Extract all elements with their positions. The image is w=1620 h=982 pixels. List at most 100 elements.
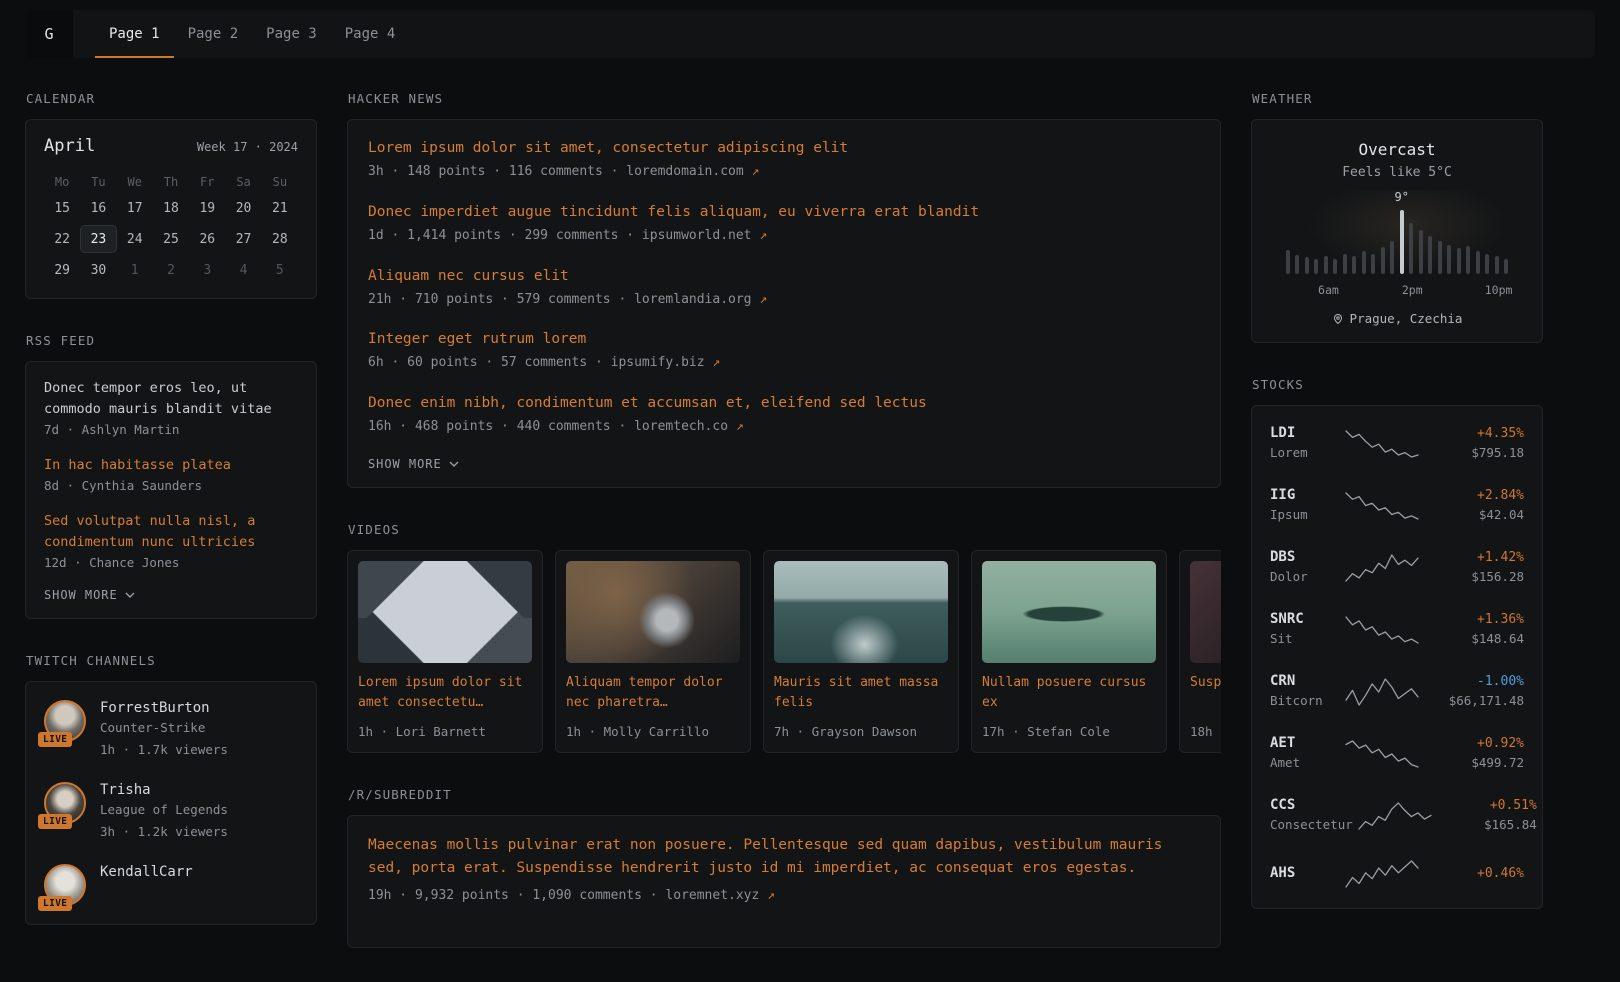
stock-left: LDI Lorem	[1270, 425, 1340, 463]
video-title[interactable]: Aliquam tempor dolor nec pharetra…	[566, 673, 740, 713]
twitch-channel[interactable]: LIVE Trisha League of Legends 3h · 1.2k …	[44, 782, 298, 842]
stock-row[interactable]: CCS Consectetur +0.51% $165.84	[1268, 785, 1526, 847]
stock-right: +0.51% $165.84	[1437, 798, 1537, 835]
external-link-icon[interactable]: ↗	[736, 419, 744, 434]
video-title[interactable]: Mauris sit amet massa felis	[774, 673, 948, 713]
right-column: WEATHER Overcast Feels like 5°C 9° 6am2p…	[1251, 91, 1543, 943]
hn-item-title[interactable]: Donec enim nibh, condimentum et accumsan…	[368, 393, 1200, 414]
stock-sparkline	[1344, 553, 1420, 583]
video-thumbnail[interactable]	[982, 561, 1156, 663]
stock-row[interactable]: AET Amet +0.92% $499.72	[1268, 723, 1526, 785]
video-card[interactable]: Lorem ipsum dolor sit amet consectetu… 1…	[347, 550, 543, 753]
channel-name[interactable]: KendallCarr	[100, 864, 193, 880]
calendar-section: CALENDAR April Week 17 · 2024 MoTuWeThFr…	[25, 91, 317, 299]
weather-bar	[1381, 247, 1385, 274]
stock-sparkline	[1357, 801, 1433, 831]
hn-item: Integer eget rutrum lorem 6h · 60 points…	[368, 329, 1200, 374]
stock-sparkline	[1344, 739, 1420, 769]
channel-game[interactable]: Counter-Strike	[100, 718, 228, 738]
hn-item-meta: 1d · 1,414 points · 299 comments · ipsum…	[368, 226, 1200, 247]
stock-right: +2.84% $42.04	[1424, 488, 1524, 525]
calendar-day: 15	[44, 194, 80, 222]
video-meta: 1h · Molly Carrillo	[566, 722, 740, 742]
calendar-day: 25	[153, 225, 189, 253]
rss-item[interactable]: Sed volutpat nulla nisl, a condimentum n…	[44, 511, 298, 573]
rss-item[interactable]: In hac habitasse platea 8d · Cynthia Sau…	[44, 455, 298, 496]
tab-page-2[interactable]: Page 2	[174, 10, 253, 58]
calendar-day: 1	[117, 256, 153, 284]
weather-bar	[1409, 223, 1413, 274]
calendar-day: 26	[189, 225, 225, 253]
video-title[interactable]: Nullam posuere cursus ex	[982, 673, 1156, 713]
hn-item-meta-text: 21h · 710 points · 579 comments · loreml…	[368, 292, 752, 307]
rss-show-more-button[interactable]: SHOW MORE	[44, 588, 298, 602]
calendar-header: April Week 17 · 2024	[44, 136, 298, 156]
stock-name: Sit	[1270, 629, 1340, 649]
hn-item-title[interactable]: Donec imperdiet augue tincidunt felis al…	[368, 202, 1200, 223]
video-meta: 18h · Tara	[1190, 722, 1221, 742]
stock-row[interactable]: IIG Ipsum +2.84% $42.04	[1268, 475, 1526, 537]
calendar-day: 20	[225, 194, 261, 222]
channel-game[interactable]: League of Legends	[100, 800, 228, 820]
stock-row[interactable]: SNRC Sit +1.36% $148.64	[1268, 599, 1526, 661]
external-link-icon[interactable]: ↗	[759, 292, 767, 307]
video-card[interactable]: Nullam posuere cursus ex 17h · Stefan Co…	[971, 550, 1167, 753]
channel-name[interactable]: Trisha	[100, 782, 228, 798]
stock-change: +1.42%	[1424, 550, 1524, 565]
rss-item-title[interactable]: Donec tempor eros leo, ut commodo mauris…	[44, 378, 298, 420]
video-title[interactable]: Lorem ipsum dolor sit amet consectetu…	[358, 673, 532, 713]
video-thumbnail[interactable]	[358, 561, 532, 663]
stock-row[interactable]: LDI Lorem +4.35% $795.18	[1268, 413, 1526, 475]
stock-name: Lorem	[1270, 443, 1340, 463]
external-link-icon[interactable]: ↗	[752, 164, 760, 179]
app-logo[interactable]: G	[25, 10, 73, 58]
video-thumbnail[interactable]	[1190, 561, 1221, 663]
video-title[interactable]: Suspendisse diam	[1190, 673, 1221, 713]
video-thumbnail[interactable]	[566, 561, 740, 663]
twitch-channel[interactable]: LIVE KendallCarr	[44, 864, 298, 906]
calendar-day: 29	[44, 256, 80, 284]
tab-page-1[interactable]: Page 1	[95, 10, 174, 58]
stock-row[interactable]: AHS +0.46%	[1268, 847, 1526, 901]
twitch-card: LIVE ForrestBurton Counter-Strike 1h · 1…	[25, 681, 317, 925]
video-card[interactable]: Suspendisse diam 18h · Tara	[1179, 550, 1221, 753]
hn-item-title[interactable]: Integer eget rutrum lorem	[368, 329, 1200, 350]
tab-page-4[interactable]: Page 4	[331, 10, 410, 58]
stock-ticker: AET	[1270, 735, 1340, 751]
stock-price: $66,171.48	[1424, 691, 1524, 711]
stock-row[interactable]: CRN Bitcorn -1.00% $66,171.48	[1268, 661, 1526, 723]
stock-change: +1.36%	[1424, 612, 1524, 627]
tab-page-3[interactable]: Page 3	[252, 10, 331, 58]
calendar-weekday: Su	[262, 170, 298, 194]
stock-row[interactable]: DBS Dolor +1.42% $156.28	[1268, 537, 1526, 599]
calendar-day: 28	[262, 225, 298, 253]
twitch-channel[interactable]: LIVE ForrestBurton Counter-Strike 1h · 1…	[44, 700, 298, 760]
hn-item-meta: 16h · 468 points · 440 comments · loremt…	[368, 417, 1200, 438]
section-title-subreddit: /R/SUBREDDIT	[348, 787, 1221, 802]
weather-bar	[1419, 230, 1423, 274]
rss-item-title[interactable]: Sed volutpat nulla nisl, a condimentum n…	[44, 511, 298, 553]
external-link-icon[interactable]: ↗	[759, 228, 767, 243]
stock-change: -1.00%	[1424, 674, 1524, 689]
video-card[interactable]: Mauris sit amet massa felis 7h · Grayson…	[763, 550, 959, 753]
channel-name[interactable]: ForrestBurton	[100, 700, 228, 716]
live-badge: LIVE	[38, 732, 72, 747]
weather-time-label: 2pm	[1402, 283, 1423, 297]
subreddit-post-title[interactable]: Maecenas mollis pulvinar erat non posuer…	[368, 834, 1200, 880]
hn-item-title[interactable]: Lorem ipsum dolor sit amet, consectetur …	[368, 138, 1200, 159]
external-link-icon[interactable]: ↗	[767, 888, 775, 903]
show-more-label: SHOW MORE	[368, 457, 442, 471]
stock-right: +4.35% $795.18	[1424, 426, 1524, 463]
channel-viewers: 3h · 1.2k viewers	[100, 822, 228, 842]
video-card[interactable]: Aliquam tempor dolor nec pharetra… 1h · …	[555, 550, 751, 753]
topbar: G Page 1 Page 2 Page 3 Page 4	[25, 10, 1595, 58]
video-thumbnail[interactable]	[774, 561, 948, 663]
rss-item[interactable]: Donec tempor eros leo, ut commodo mauris…	[44, 378, 298, 440]
hn-item-title[interactable]: Aliquam nec cursus elit	[368, 266, 1200, 287]
calendar-day: 5	[262, 256, 298, 284]
hn-show-more-button[interactable]: SHOW MORE	[368, 457, 1200, 471]
weather-bar: 9°	[1400, 210, 1404, 274]
rss-item-title[interactable]: In hac habitasse platea	[44, 455, 298, 476]
stock-name: Consectetur	[1270, 815, 1353, 835]
external-link-icon[interactable]: ↗	[712, 355, 720, 370]
